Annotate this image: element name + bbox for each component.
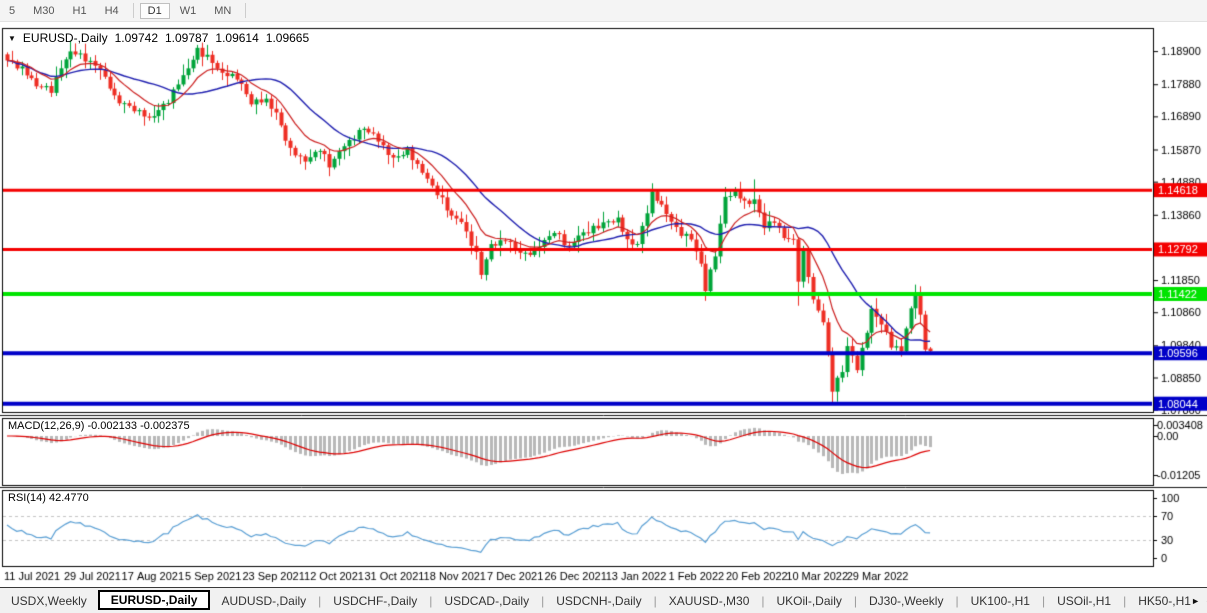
- tab-scroll-right-icon[interactable]: ►: [1188, 596, 1203, 606]
- collapse-chart-icon[interactable]: ▼: [8, 34, 16, 43]
- chart-close-value: 1.09665: [266, 31, 309, 45]
- tab-usoil-h1[interactable]: USOil-,H1: [1046, 591, 1122, 611]
- tab-eurusd-daily[interactable]: EURUSD-,Daily: [98, 590, 211, 610]
- trading-platform-window: 5M30H1H4 D1W1MN ▼ EURUSD-,Daily 1.09742 1…: [0, 0, 1207, 613]
- tab-usdchf-daily[interactable]: USDCHF-,Daily: [322, 591, 428, 611]
- tab-xauusd-m30[interactable]: XAUUSD-,M30: [658, 591, 761, 611]
- chart-title: ▼ EURUSD-,Daily 1.09742 1.09787 1.09614 …: [8, 31, 309, 45]
- timeframe-toolbar: 5M30H1H4 D1W1MN: [0, 0, 1207, 22]
- chart-canvas[interactable]: [0, 0, 1207, 613]
- timeframe-button-mn[interactable]: MN: [206, 3, 239, 19]
- chart-high-value: 1.09787: [165, 31, 208, 45]
- timeframe-button-5[interactable]: 5: [1, 3, 23, 19]
- timeframe-button-d1[interactable]: D1: [140, 3, 170, 19]
- macd-indicator-label: MACD(12,26,9) -0.002133 -0.002375: [8, 420, 190, 432]
- chart-open-value: 1.09742: [115, 31, 158, 45]
- toolbar-separator: [133, 3, 134, 18]
- tab-usdcad-daily[interactable]: USDCAD-,Daily: [433, 591, 540, 611]
- tab-audusd-daily[interactable]: AUDUSD-,Daily: [210, 591, 317, 611]
- tab-dj30-weekly[interactable]: DJ30-,Weekly: [858, 591, 954, 611]
- tab-usdcnh-daily[interactable]: USDCNH-,Daily: [545, 591, 652, 611]
- timeframe-button-w1[interactable]: W1: [172, 3, 205, 19]
- rsi-indicator-label: RSI(14) 42.4770: [8, 492, 89, 504]
- tab-ukoil-daily[interactable]: UKOil-,Daily: [766, 591, 853, 611]
- tab-uk100-h1[interactable]: UK100-,H1: [960, 591, 1041, 611]
- timeframe-button-m30[interactable]: M30: [25, 3, 62, 19]
- chart-low-value: 1.09614: [215, 31, 258, 45]
- tab-usdx-weekly[interactable]: USDX,Weekly: [0, 591, 98, 611]
- timeframe-button-h1[interactable]: H1: [65, 3, 95, 19]
- chart-tab-bar: USDX,WeeklyEURUSD-,DailyAUDUSD-,Daily|US…: [0, 587, 1207, 613]
- timeframe-button-h4[interactable]: H4: [97, 3, 127, 19]
- toolbar-separator: [245, 3, 246, 18]
- chart-symbol-label: EURUSD-,Daily: [23, 31, 108, 45]
